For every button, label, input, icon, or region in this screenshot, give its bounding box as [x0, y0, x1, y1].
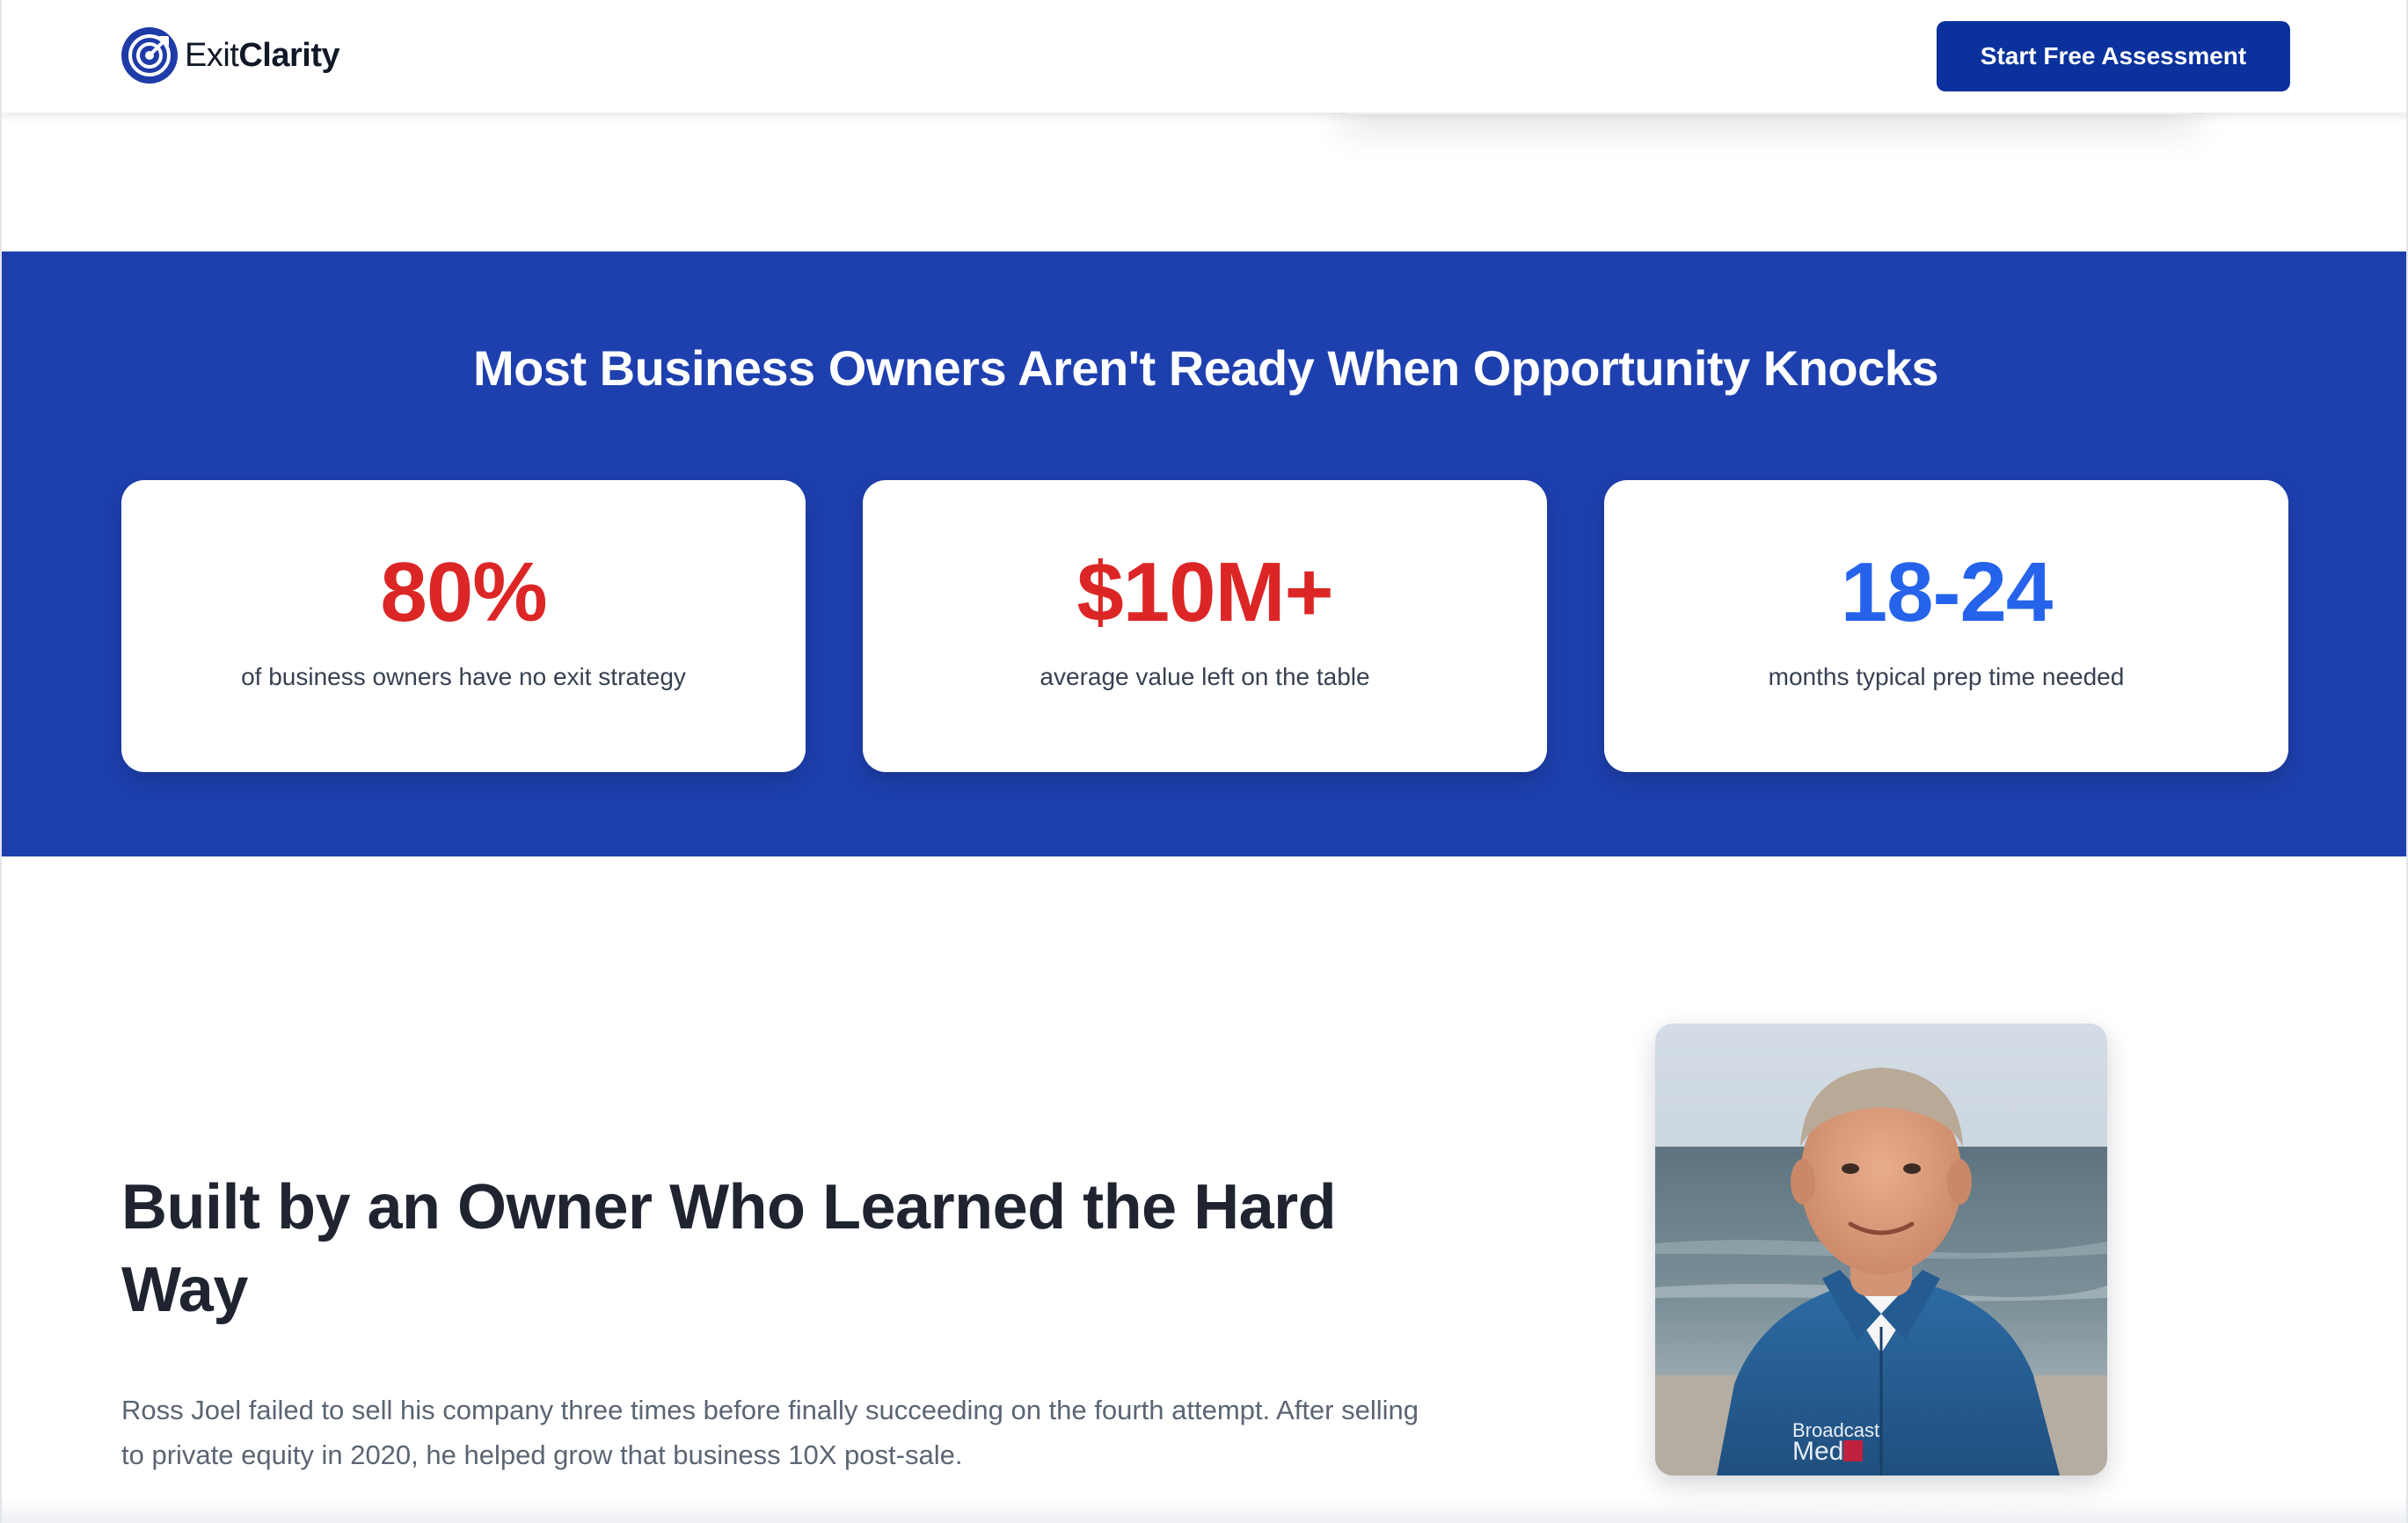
bottom-fade — [2, 1497, 2406, 1523]
about-title: Built by an Owner Who Learned the Hard W… — [121, 1172, 1337, 1325]
target-icon — [121, 27, 178, 84]
stats-title: Most Business Owners Aren't Ready When O… — [472, 340, 1939, 396]
about-description: Ross Joel failed to sell his company thr… — [121, 1395, 1419, 1470]
stat-value: 80% — [380, 545, 547, 639]
stat-label: of business owners have no exit strategy — [241, 663, 686, 690]
logo-strong: Clarity — [238, 36, 340, 74]
logo-prefix: Exit — [185, 36, 239, 74]
stat-card: 80% of business owners have no exit stra… — [121, 480, 806, 772]
logo[interactable]: ExitClarity — [121, 26, 340, 84]
start-free-assessment-button[interactable]: Start Free Assessment — [1937, 21, 2290, 91]
stat-label: months typical prep time needed — [1768, 663, 2125, 690]
stat-value: $10M+ — [1076, 545, 1333, 639]
site-header: ExitClarity Start Free Assessment — [2, 0, 2406, 113]
founder-portrait: Broadcast Med — [1655, 1024, 2107, 1476]
stat-card: 18-24 months typical prep time needed — [1604, 480, 2288, 772]
stat-card: $10M+ average value left on the table — [863, 480, 1547, 772]
jacket-logo-text-bottom: Med — [1792, 1437, 1843, 1466]
stats-section: Most Business Owners Aren't Ready When O… — [2, 251, 2406, 856]
page: ExitClarity Start Free Assessment Most B… — [0, 0, 2408, 1523]
logo-wordmark: ExitClarity — [185, 36, 340, 75]
stat-label: average value left on the table — [1040, 663, 1370, 690]
stat-value: 18-24 — [1840, 545, 2054, 639]
